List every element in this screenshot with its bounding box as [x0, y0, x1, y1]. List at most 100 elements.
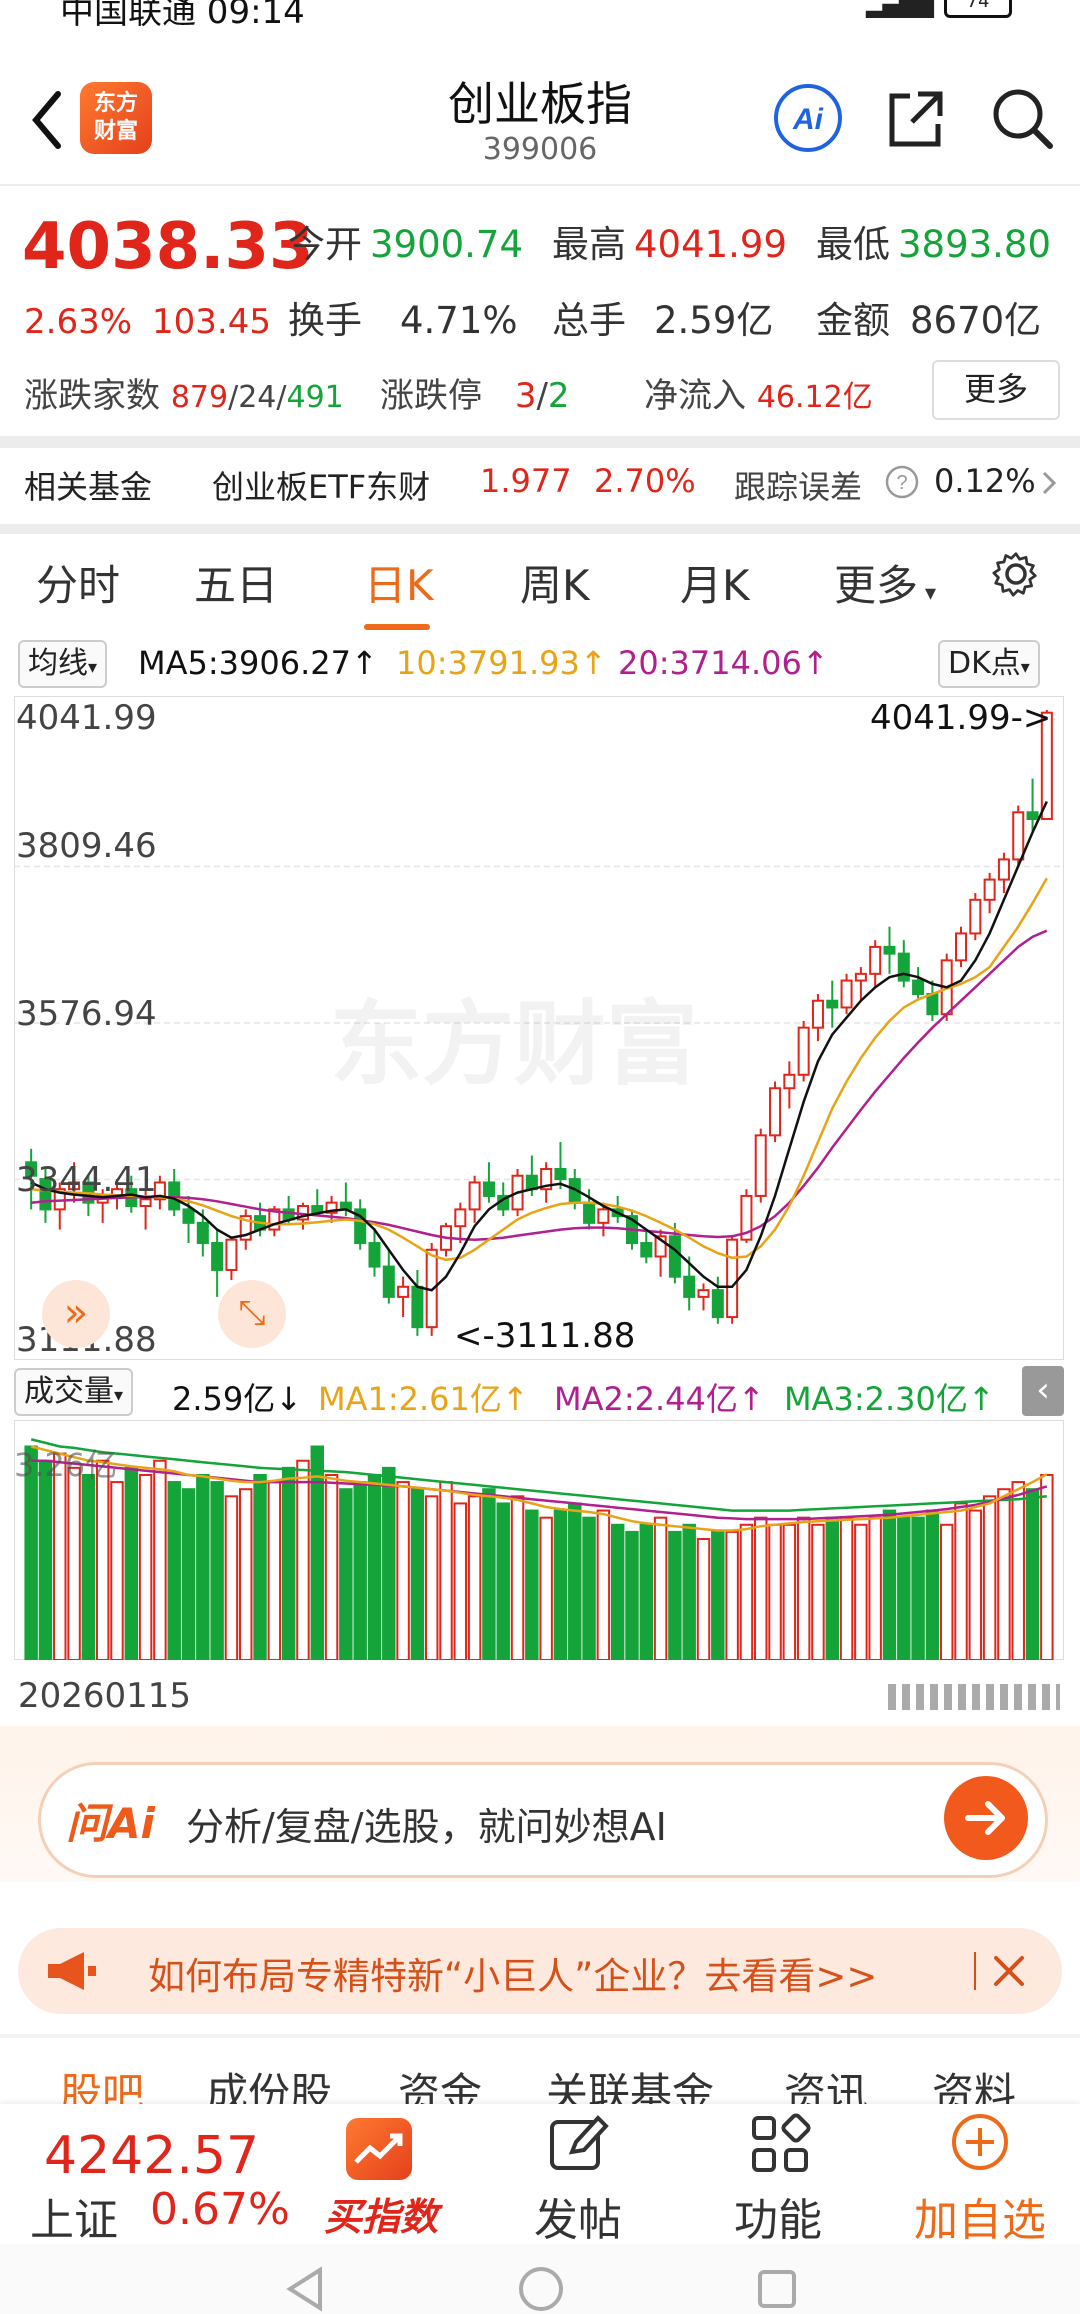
volume-bar: [324, 1473, 339, 1660]
more-button[interactable]: 更多: [932, 360, 1060, 420]
tracking-value: 0.12%: [934, 462, 1036, 500]
close-icon[interactable]: [988, 1950, 1030, 1992]
divider: [974, 1952, 976, 1990]
turnover-label: 换手: [288, 299, 362, 342]
inflow-field: 净流入 46.12亿: [644, 368, 873, 417]
tab-weekly-k[interactable]: 周K: [520, 552, 590, 613]
candle: [411, 1285, 424, 1329]
ai-submit-button[interactable]: [944, 1776, 1028, 1860]
zoom-icon[interactable]: ⤡: [218, 1280, 286, 1348]
carrier-time: 中国联通 09:14: [60, 0, 305, 32]
y-tick: 3344.41: [16, 1160, 157, 1200]
fund-pct: 2.70%: [594, 462, 696, 500]
help-icon[interactable]: ?: [884, 464, 920, 500]
volume-bar: [1040, 1473, 1054, 1660]
chevron-right-icon[interactable]: [1038, 468, 1060, 498]
candle: [826, 999, 839, 1009]
candle: [811, 999, 824, 1029]
volume-bar: [596, 1509, 611, 1660]
volume-bar: [1025, 1488, 1040, 1660]
volume-bar: [367, 1473, 382, 1660]
collapse-icon[interactable]: ‹: [1022, 1366, 1064, 1416]
candle: [769, 1087, 782, 1137]
nav-home-icon[interactable]: [516, 2264, 566, 2314]
tab-five-day[interactable]: 五日: [194, 552, 278, 613]
volume-bar: [939, 1523, 954, 1660]
volume-bar: [982, 1495, 997, 1660]
volume-bar: [954, 1502, 968, 1660]
ma-select[interactable]: 均线▾: [18, 640, 108, 688]
open-field: 今开 3900.74: [288, 214, 523, 268]
candle: [969, 898, 982, 935]
volume-select[interactable]: 成交量▾: [14, 1368, 134, 1416]
down-count: 491: [286, 380, 344, 415]
volume-bar: [682, 1523, 696, 1660]
volume-chart[interactable]: [14, 1420, 1064, 1660]
scroll-handle[interactable]: [888, 1684, 1060, 1710]
share-icon[interactable]: [880, 82, 952, 154]
candle: [711, 1289, 724, 1319]
candle: [955, 932, 968, 962]
volume-bar: [997, 1488, 1011, 1660]
banner-text[interactable]: 如何布局专精特新“小巨人”企业？去看看>>: [148, 1946, 877, 2000]
gear-icon[interactable]: [990, 548, 1042, 600]
ma20-value: 20:3714.06↑: [618, 644, 829, 682]
caret-down-icon: ▾: [1020, 657, 1030, 678]
fund-name[interactable]: 创业板ETF东财: [212, 462, 430, 508]
inflow-value: 46.12亿: [756, 380, 873, 415]
tab-monthly-k[interactable]: 月K: [680, 552, 750, 613]
tab-more[interactable]: 更多 ▾: [834, 552, 936, 613]
nav-back-icon[interactable]: [280, 2264, 330, 2314]
candle: [854, 972, 867, 982]
sh-index-name[interactable]: 上证: [30, 2184, 118, 2248]
candle: [883, 945, 896, 955]
volume-bar: [496, 1502, 510, 1660]
volume-bar: [353, 1481, 367, 1660]
buy-index-button[interactable]: 买指数: [316, 2186, 446, 2241]
volume-bar: [925, 1509, 940, 1660]
dk-select[interactable]: DK点▾: [938, 640, 1040, 688]
vol-ma2: MA2:2.44亿↑: [554, 1380, 765, 1418]
volume-bar: [167, 1481, 181, 1660]
volume-bar: [239, 1488, 253, 1660]
buy-index-icon[interactable]: [346, 2118, 412, 2180]
edit-icon[interactable]: [546, 2112, 610, 2176]
ma5-value: MA5:3906.27↑: [138, 644, 378, 682]
vol-axis-label: 3.26亿: [14, 1446, 118, 1484]
ai-icon[interactable]: Ai: [772, 82, 844, 154]
ai-prompt[interactable]: 分析/复盘/选股，就问妙想AI: [186, 1796, 667, 1851]
candle: [726, 1238, 739, 1319]
search-icon[interactable]: [986, 82, 1058, 154]
volume-value: 2.59亿: [654, 299, 774, 342]
low-field: 最低 3893.80: [816, 214, 1051, 268]
volume-bar: [110, 1481, 124, 1660]
caret-down-icon: ▾: [88, 657, 98, 678]
expand-left-icon[interactable]: »: [42, 1280, 110, 1348]
grid-icon[interactable]: [748, 2112, 812, 2176]
candle: [225, 1238, 238, 1271]
ma-select-label: 均线: [28, 646, 88, 681]
ma10-value: 10:3791.93↑: [396, 644, 607, 682]
volume-bar: [811, 1523, 825, 1660]
add-icon[interactable]: [948, 2110, 1012, 2174]
nav-recent-icon[interactable]: [752, 2264, 802, 2314]
candle: [840, 979, 853, 1009]
volume-bar: [754, 1516, 768, 1660]
tab-daily-k[interactable]: 日K: [364, 552, 434, 613]
volume-bar: [854, 1523, 868, 1660]
tab-intraday[interactable]: 分时: [36, 552, 120, 613]
post-button[interactable]: 发帖: [518, 2184, 638, 2248]
volume-bar: [382, 1466, 396, 1660]
sh-index-pct[interactable]: 0.67%: [150, 2184, 290, 2235]
volume-bar: [568, 1502, 582, 1660]
candle: [454, 1208, 467, 1228]
volume-bar: [439, 1481, 453, 1660]
candle: [182, 1208, 195, 1224]
sh-index-value[interactable]: 4242.57: [44, 2126, 259, 2186]
updown-sep: /: [228, 380, 239, 415]
function-button[interactable]: 功能: [718, 2184, 838, 2248]
candle: [211, 1242, 224, 1271]
updown-sep: /: [276, 380, 287, 415]
add-watchlist-button[interactable]: 加自选: [900, 2184, 1060, 2248]
volume-bar: [453, 1502, 468, 1660]
